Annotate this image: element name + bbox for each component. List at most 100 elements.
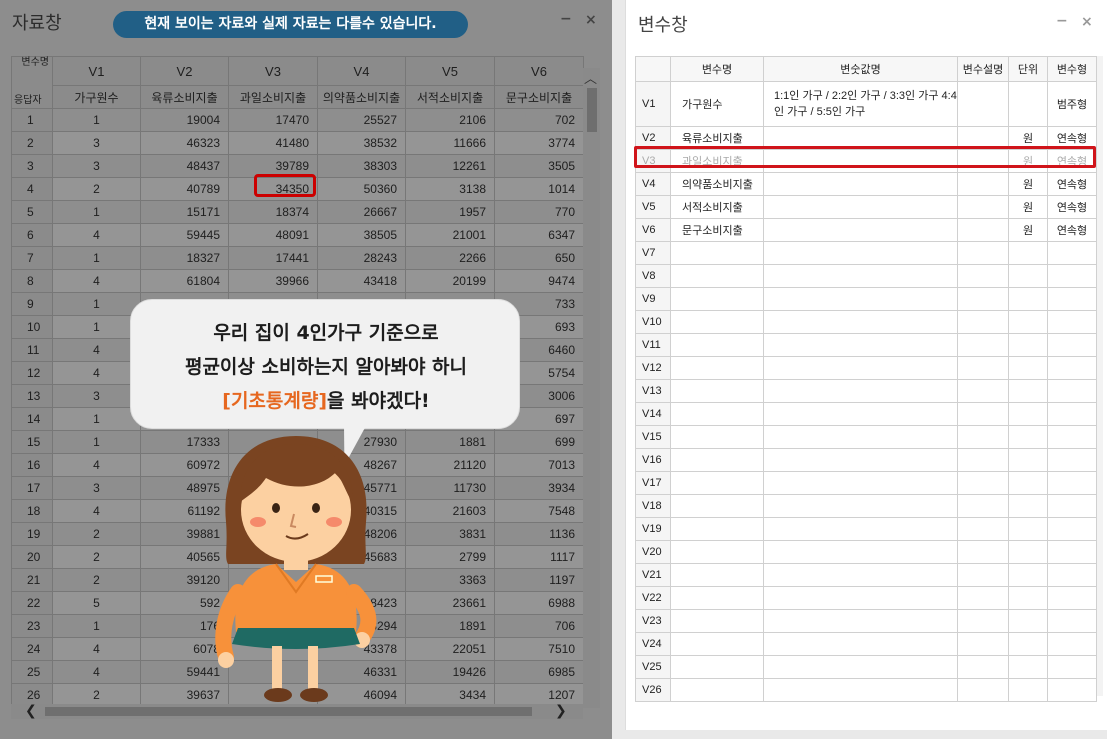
variable-cell-empty[interactable] — [1008, 402, 1048, 426]
column-header-code[interactable]: V1 — [52, 56, 141, 86]
variable-cell-unit[interactable]: 원 — [1008, 172, 1048, 196]
table-cell[interactable]: 2266 — [405, 246, 495, 270]
variable-cell-var[interactable]: V10 — [635, 310, 671, 334]
variable-cell-empty[interactable] — [670, 517, 764, 541]
variable-cell-empty[interactable] — [670, 471, 764, 495]
close-button[interactable]: × — [1081, 14, 1093, 30]
variable-cell-var[interactable]: V8 — [635, 264, 671, 288]
variable-cell-empty[interactable] — [1008, 632, 1048, 656]
variable-cell-empty[interactable] — [1047, 655, 1097, 679]
variable-cell-empty[interactable] — [1047, 471, 1097, 495]
column-header-code[interactable]: V5 — [405, 56, 495, 86]
variable-cell-empty[interactable] — [763, 517, 958, 541]
variable-cell-empty[interactable] — [670, 356, 764, 380]
variable-cell-unit[interactable]: 원 — [1008, 195, 1048, 219]
table-cell[interactable]: 6988 — [494, 591, 584, 615]
variable-cell-value-label[interactable] — [763, 218, 958, 242]
table-cell[interactable]: 1881 — [405, 430, 495, 454]
variable-cell-var[interactable]: V4 — [635, 172, 671, 196]
variable-cell-empty[interactable] — [1047, 517, 1097, 541]
table-cell[interactable]: 650 — [494, 246, 584, 270]
table-cell[interactable]: 702 — [494, 108, 584, 132]
column-header-code[interactable]: V4 — [317, 56, 406, 86]
table-cell[interactable]: 21603 — [405, 499, 495, 523]
table-cell[interactable]: 48091 — [228, 223, 318, 247]
variable-cell-empty[interactable] — [1047, 609, 1097, 633]
variable-cell-empty[interactable] — [957, 356, 1009, 380]
column-header-label[interactable]: 과일소비지출 — [228, 85, 318, 109]
variable-cell-empty[interactable] — [763, 609, 958, 633]
variable-cell-var[interactable]: V25 — [635, 655, 671, 679]
table-cell[interactable]: 25527 — [317, 108, 406, 132]
table-cell[interactable]: 28243 — [317, 246, 406, 270]
table-cell[interactable]: 2 — [52, 522, 141, 546]
variable-cell-var[interactable]: V6 — [635, 218, 671, 242]
variable-cell-var[interactable]: V15 — [635, 425, 671, 449]
variable-cell-empty[interactable] — [763, 540, 958, 564]
table-cell[interactable]: 19004 — [140, 108, 229, 132]
variable-row[interactable]: V17 — [635, 471, 1097, 495]
table-cell[interactable]: 61804 — [140, 269, 229, 293]
variable-cell-empty[interactable] — [1008, 333, 1048, 357]
table-cell[interactable]: 3 — [52, 476, 141, 500]
variable-row[interactable]: V4 의약품소비지출 원 연속형 — [635, 172, 1097, 196]
variable-row[interactable]: V16 — [635, 448, 1097, 472]
variable-row[interactable]: V7 — [635, 241, 1097, 265]
table-cell[interactable]: 699 — [494, 430, 584, 454]
variable-cell-empty[interactable] — [1008, 241, 1048, 265]
variable-cell-empty[interactable] — [670, 494, 764, 518]
table-cell[interactable]: 38532 — [317, 131, 406, 155]
column-header-label[interactable]: 의약품소비지출 — [317, 85, 406, 109]
variable-cell-var[interactable]: V7 — [635, 241, 671, 265]
variable-cell-empty[interactable] — [1047, 563, 1097, 587]
table-cell[interactable]: 1 — [52, 108, 141, 132]
variable-cell-empty[interactable] — [957, 678, 1009, 702]
variable-row[interactable]: V21 — [635, 563, 1097, 587]
column-header-label[interactable]: 서적소비지출 — [405, 85, 495, 109]
variable-cell-empty[interactable] — [763, 287, 958, 311]
table-cell[interactable]: 3363 — [405, 568, 495, 592]
table-cell[interactable]: 1957 — [405, 200, 495, 224]
variable-cell-empty[interactable] — [763, 655, 958, 679]
variable-cell-empty[interactable] — [670, 402, 764, 426]
variable-cell-empty[interactable] — [763, 678, 958, 702]
variable-cell-empty[interactable] — [763, 494, 958, 518]
variable-cell-empty[interactable] — [1008, 425, 1048, 449]
table-cell[interactable]: 48437 — [140, 154, 229, 178]
variable-cell-empty[interactable] — [1008, 540, 1048, 564]
table-cell[interactable]: 50360 — [317, 177, 406, 201]
variable-cell-empty[interactable] — [1008, 494, 1048, 518]
table-cell[interactable]: 1 — [52, 407, 141, 431]
variable-row[interactable]: V8 — [635, 264, 1097, 288]
variable-cell-empty[interactable] — [957, 448, 1009, 472]
variable-cell-value-label[interactable]: 1:1인 가구 / 2:2인 가구 / 3:3인 가구 4:4인 가구 / 5:… — [763, 81, 958, 127]
table-cell[interactable]: 11730 — [405, 476, 495, 500]
table-cell[interactable]: 11666 — [405, 131, 495, 155]
table-cell[interactable]: 4 — [52, 453, 141, 477]
column-header-code[interactable]: V6 — [494, 56, 584, 86]
table-cell[interactable]: 2106 — [405, 108, 495, 132]
table-cell[interactable]: 1 — [52, 430, 141, 454]
table-cell[interactable]: 26667 — [317, 200, 406, 224]
variable-row[interactable]: V9 — [635, 287, 1097, 311]
variable-cell-empty[interactable] — [1047, 632, 1097, 656]
variable-cell-empty[interactable] — [763, 448, 958, 472]
minimize-button[interactable]: − — [1056, 13, 1068, 29]
column-header-label[interactable]: 가구원수 — [52, 85, 141, 109]
variable-cell-empty[interactable] — [763, 563, 958, 587]
variable-cell-empty[interactable] — [670, 540, 764, 564]
variable-row[interactable]: V23 — [635, 609, 1097, 633]
variable-cell-empty[interactable] — [670, 425, 764, 449]
variable-cell-var[interactable]: V23 — [635, 609, 671, 633]
variable-row[interactable]: V13 — [635, 379, 1097, 403]
table-cell[interactable]: 4 — [52, 269, 141, 293]
table-cell[interactable]: 1 — [52, 614, 141, 638]
variable-cell-var[interactable]: V16 — [635, 448, 671, 472]
variable-cell-name[interactable]: 문구소비지출 — [670, 218, 764, 242]
variable-cell-empty[interactable] — [763, 310, 958, 334]
variable-cell-desc[interactable] — [957, 81, 1009, 127]
variable-cell-empty[interactable] — [957, 379, 1009, 403]
variable-row[interactable]: V6 문구소비지출 원 연속형 — [635, 218, 1097, 242]
table-cell[interactable]: 3138 — [405, 177, 495, 201]
variable-cell-empty[interactable] — [1008, 356, 1048, 380]
